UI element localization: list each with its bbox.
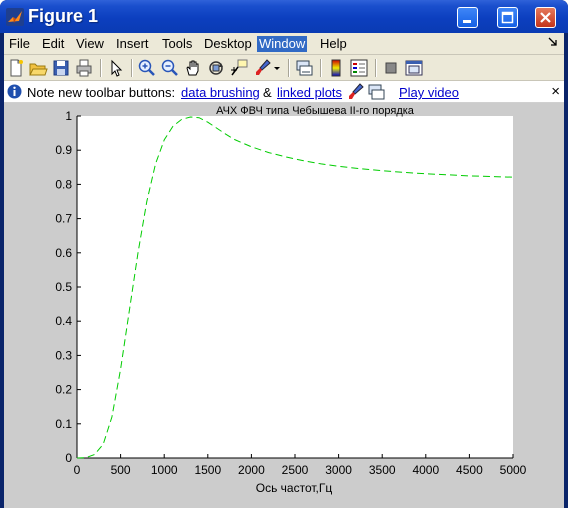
insert-colorbar-icon[interactable] (326, 58, 346, 78)
close-window-button[interactable] (535, 7, 556, 28)
figure-window: Figure 1 File Edit View Insert Tools Des… (0, 0, 568, 508)
menu-help[interactable]: Help (318, 36, 349, 52)
y-tick-label: 0.7 (55, 212, 72, 226)
zoom-in-icon[interactable] (137, 58, 157, 78)
y-tick-label: 0 (65, 451, 72, 465)
link-plot-icon[interactable] (366, 82, 386, 102)
show-plot-tools-icon[interactable] (404, 58, 424, 78)
x-tick-label: 0 (74, 463, 81, 477)
menu-edit[interactable]: Edit (40, 36, 66, 52)
play-video-link[interactable]: Play video (399, 85, 459, 100)
rotate-3d-icon[interactable] (206, 58, 226, 78)
pan-hand-icon[interactable] (183, 58, 203, 78)
x-tick-label: 5000 (500, 463, 527, 477)
y-tick-label: 0.1 (55, 417, 72, 431)
close-icon (540, 12, 551, 23)
insert-legend-icon[interactable] (349, 58, 369, 78)
maximize-icon (501, 11, 514, 24)
y-tick-label: 0.8 (55, 177, 72, 191)
x-tick-label: 500 (111, 463, 131, 477)
minimize-icon (463, 20, 471, 23)
toolbar-note-bar: Note new toolbar buttons: data brushing … (4, 81, 564, 103)
data-brushing-link[interactable]: data brushing (181, 85, 260, 100)
window-title: Figure 1 (28, 6, 99, 26)
edit-plot-arrow-icon[interactable] (106, 58, 126, 78)
info-icon (7, 84, 22, 99)
plot-area[interactable]: 0 500 1000 1500 2000 2500 3000 3500 4000 4500 5000… (4, 103, 564, 508)
toolbar-separator (288, 59, 290, 77)
maximize-button[interactable] (497, 7, 518, 28)
brush-dropdown-icon[interactable] (272, 58, 282, 78)
dock-arrow-icon[interactable] (548, 37, 558, 47)
toolbar-separator (131, 59, 133, 77)
x-tick-label: 3500 (369, 463, 396, 477)
y-tick-label: 0.5 (55, 280, 72, 294)
note-text: Note new toolbar buttons: (27, 85, 176, 100)
menu-desktop[interactable]: Desktop (202, 36, 254, 52)
linked-plots-link[interactable]: linked plots (277, 85, 342, 100)
brush-icon[interactable] (346, 82, 366, 102)
menu-file[interactable]: File (7, 36, 32, 52)
menu-bar: File Edit View Insert Tools Desktop Wind… (4, 33, 564, 55)
toolbar-separator (100, 59, 102, 77)
y-tick-label: 0.6 (55, 246, 72, 260)
y-tick-label: 0.9 (55, 143, 72, 157)
x-tick-label: 4000 (412, 463, 439, 477)
zoom-out-icon[interactable] (160, 58, 180, 78)
new-figure-icon[interactable] (6, 58, 26, 78)
x-tick-label: 4500 (456, 463, 483, 477)
matlab-logo-icon (6, 8, 24, 26)
data-cursor-icon[interactable] (229, 58, 249, 78)
menu-window[interactable]: Window (257, 36, 308, 52)
menu-insert[interactable]: Insert (114, 36, 151, 52)
y-tick-label: 0.2 (55, 383, 72, 397)
link-plot-icon[interactable] (294, 58, 314, 78)
y-tick-label: 1 (65, 109, 72, 123)
y-tick-label: 0.3 (55, 348, 72, 362)
x-axis-label: Ось частот,Гц (256, 481, 333, 495)
title-bar[interactable]: Figure 1 (0, 0, 568, 33)
close-note-button[interactable]: × (551, 83, 560, 100)
x-tick-label: 2500 (282, 463, 309, 477)
hide-plot-tools-icon[interactable] (381, 58, 401, 78)
x-tick-label: 1000 (151, 463, 178, 477)
brush-icon[interactable] (253, 58, 273, 78)
save-icon[interactable] (51, 58, 71, 78)
figure-client-area: File Edit View Insert Tools Desktop Wind… (4, 33, 564, 508)
chart-title: АЧХ ФВЧ типа Чебышева II-го порядка (216, 105, 415, 117)
x-tick-label: 3000 (325, 463, 352, 477)
y-tick-label: 0.4 (55, 314, 72, 328)
menu-view[interactable]: View (74, 36, 106, 52)
toolbar-separator (375, 59, 377, 77)
axes-background (77, 116, 513, 458)
toolbar-separator (320, 59, 322, 77)
minimize-button[interactable] (457, 7, 478, 28)
x-tick-label: 2000 (238, 463, 265, 477)
x-tick-label: 1500 (194, 463, 221, 477)
print-icon[interactable] (74, 58, 94, 78)
menu-tools[interactable]: Tools (160, 36, 194, 52)
note-ampersand: & (263, 85, 272, 100)
figure-toolbar (4, 55, 564, 81)
open-file-icon[interactable] (28, 58, 48, 78)
